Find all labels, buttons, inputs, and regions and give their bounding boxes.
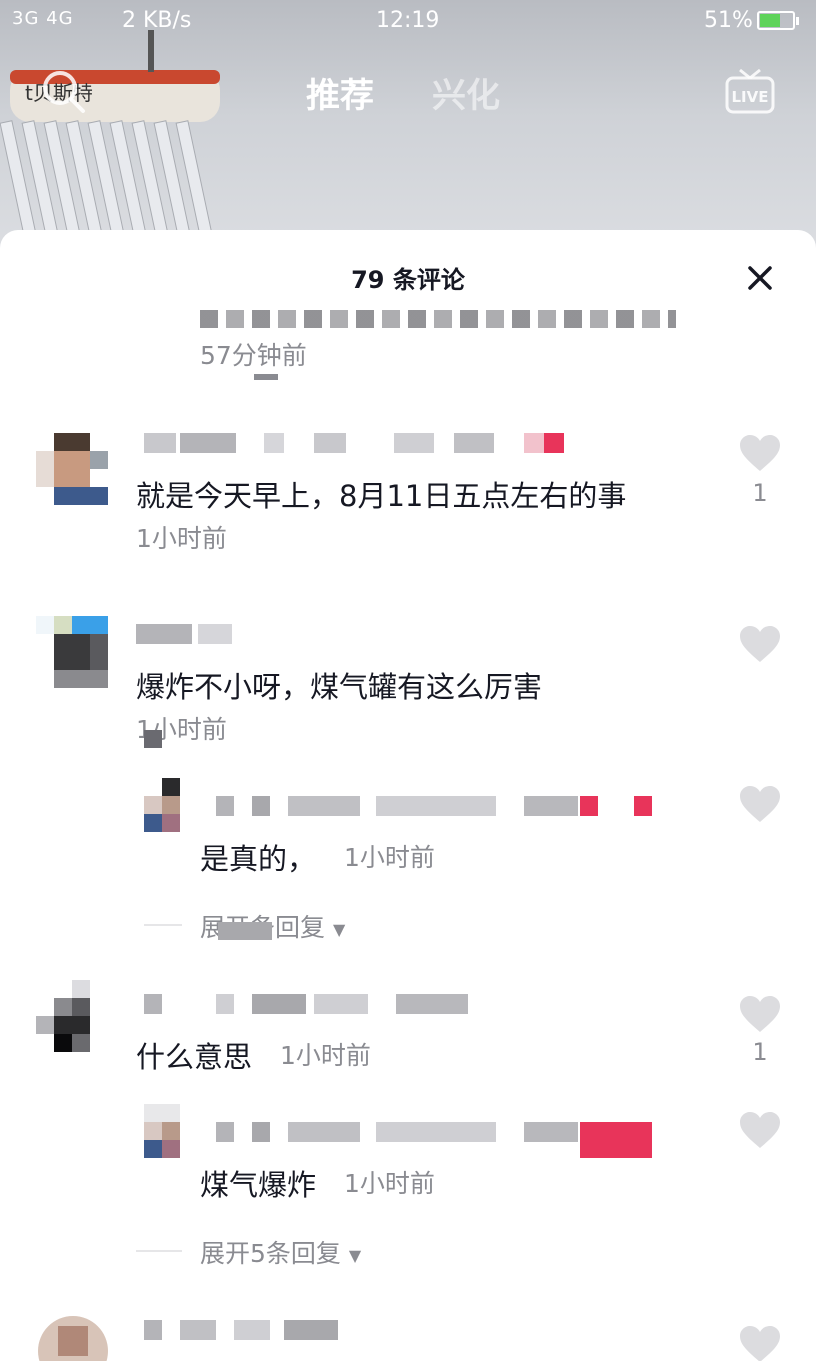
divider-line — [136, 1250, 182, 1252]
video-background: t贝斯特 3G 4G 2 KB/s 12:19 51% 推荐 兴化 LIVE — [0, 0, 816, 260]
close-icon[interactable] — [740, 258, 780, 298]
reply-indicator — [254, 374, 278, 380]
battery-fill — [760, 14, 780, 27]
comment-time: 57分钟前 — [200, 341, 307, 370]
reply-item: 是真的， 1小时前 — [0, 778, 816, 888]
expand-replies-row: 展开条回复▼ — [0, 904, 816, 944]
comment-time: 1小时前 — [280, 1041, 371, 1070]
top-nav: 推荐 兴化 LIVE — [0, 60, 816, 120]
divider-line — [144, 924, 182, 926]
heart-icon[interactable] — [738, 784, 782, 824]
avatar[interactable] — [144, 1104, 180, 1160]
caret-down-icon: ▼ — [333, 919, 346, 939]
blur-artifact — [144, 730, 162, 748]
username-blurred[interactable] — [216, 1122, 656, 1158]
avatar[interactable] — [36, 980, 108, 1052]
signal-icon: 3G 4G — [12, 8, 74, 29]
status-bar: 3G 4G 2 KB/s 12:19 51% — [0, 0, 816, 44]
username-blurred[interactable] — [144, 433, 584, 453]
reply-text: 是真的， — [200, 842, 317, 876]
heart-icon[interactable] — [738, 1324, 782, 1361]
reply-text: 煤气爆炸 — [200, 1168, 317, 1202]
search-icon[interactable] — [40, 68, 88, 116]
username-blurred[interactable] — [136, 624, 236, 644]
comments-sheet: 79 条评论 57分钟前 就是今天早上，8月11日五点左右的事 1小时前 1 爆… — [0, 230, 816, 1361]
comment-item: 就是今天早上，8月11日五点左右的事 1小时前 1 — [0, 415, 816, 575]
reply-item: 煤气爆炸 1小时前 — [0, 1104, 816, 1214]
expand-replies-row: 展开5条回复 ▼ — [0, 1230, 816, 1270]
like-count: 1 — [752, 1038, 768, 1066]
avatar[interactable] — [36, 616, 108, 688]
tab-local[interactable]: 兴化 — [432, 68, 500, 117]
heart-icon[interactable] — [738, 994, 782, 1034]
blur-artifact — [218, 922, 272, 940]
tab-recommend[interactable]: 推荐 — [306, 68, 374, 117]
comment-item: 爆炸不小呀，煤气罐有这么厉害 1小时前 — [0, 610, 816, 770]
heart-icon[interactable] — [738, 624, 782, 664]
clock: 12:19 — [376, 8, 440, 33]
reply-time: 1小时前 — [344, 1169, 435, 1198]
avatar[interactable] — [36, 433, 108, 505]
comment-text: 就是今天早上，8月11日五点左右的事 — [136, 479, 627, 513]
expand-replies-label: 展开5条回复 — [200, 1239, 341, 1268]
svg-text:LIVE: LIVE — [732, 88, 769, 106]
comment-text: 什么意思 — [136, 1040, 253, 1074]
net-speed: 2 KB/s — [122, 8, 192, 33]
caret-down-icon: ▼ — [348, 1245, 362, 1265]
expand-replies-button[interactable]: 展开5条回复 ▼ — [200, 1234, 361, 1270]
comment-time: 1小时前 — [136, 524, 227, 553]
comment-text: 爆炸不小呀，煤气罐有这么厉害 — [136, 670, 543, 704]
heart-icon[interactable] — [738, 1110, 782, 1150]
avatar[interactable] — [144, 778, 180, 834]
username-blurred[interactable] — [144, 994, 474, 1014]
battery-percent: 51% — [704, 8, 753, 33]
comment-item: 什么意思 1小时前 1 — [0, 980, 816, 1110]
comment-item — [0, 1310, 816, 1361]
comment-item: 57分钟前 — [0, 298, 816, 388]
like-count: 1 — [752, 479, 768, 507]
heart-icon[interactable] — [738, 433, 782, 473]
truncated-comment-text — [200, 310, 676, 328]
username-blurred[interactable] — [216, 796, 656, 816]
battery-icon — [757, 11, 799, 30]
live-icon[interactable]: LIVE — [724, 68, 776, 116]
username-blurred[interactable] — [144, 1320, 344, 1340]
avatar[interactable] — [38, 1316, 108, 1361]
reply-time: 1小时前 — [344, 843, 435, 872]
comments-count-title: 79 条评论 — [351, 266, 465, 294]
